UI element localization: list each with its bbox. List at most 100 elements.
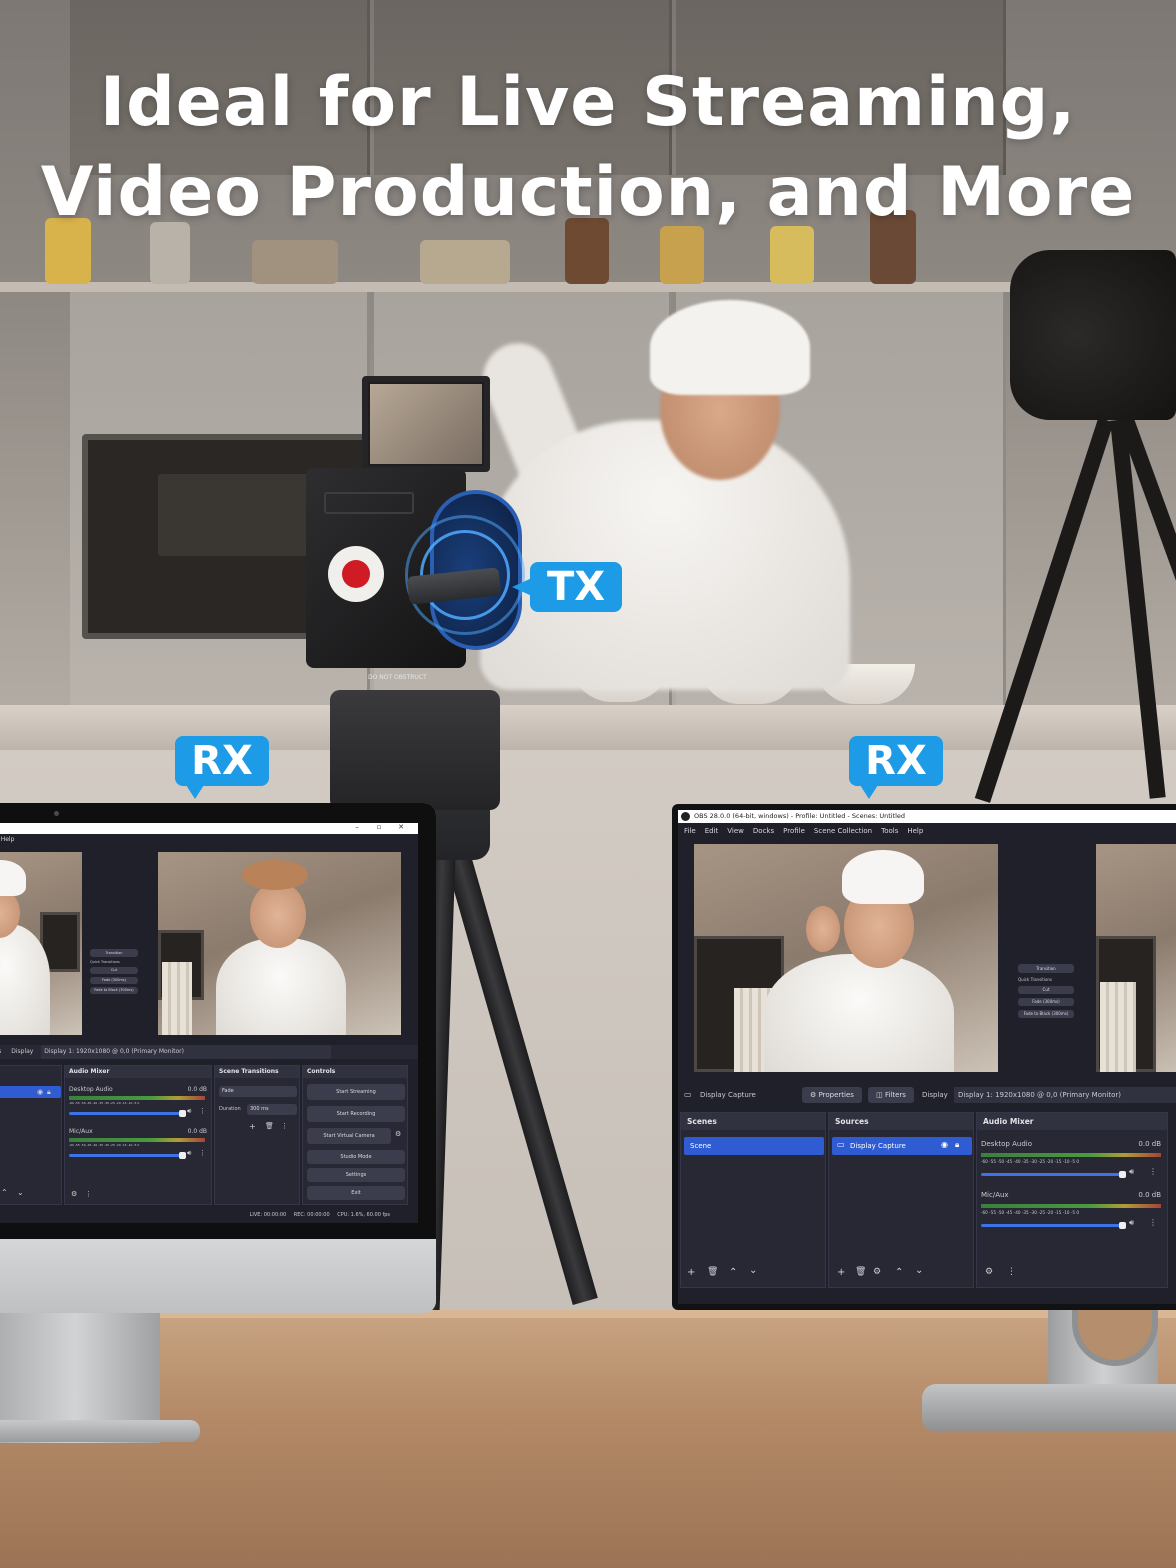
audio-mixer-panel: Audio Mixer Desktop Audio 0.0 dB -60 -55… [976, 1112, 1168, 1288]
more-options-icon[interactable]: ⋮ [1149, 1167, 1157, 1176]
scenes-panel: re ◉ 🔒︎ ⌃ ⌄ [0, 1065, 62, 1205]
add-icon[interactable]: + [687, 1267, 695, 1278]
rx-badge-right-pointer [860, 785, 878, 799]
mini-transitions: Transition Quick Transitions Cut Fade (3… [90, 949, 138, 994]
camera-brand-plate [324, 492, 414, 514]
right-monitor: OBS 28.0.0 (64-bit, windows) - Profile: … [672, 804, 1176, 1310]
audio-mixer-header: Audio Mixer [65, 1066, 211, 1078]
menu-docks[interactable]: Docks [753, 823, 774, 839]
minimize-icon[interactable]: – [352, 823, 362, 831]
start-streaming-button[interactable]: Start Streaming [307, 1084, 405, 1100]
preview-program [0, 852, 82, 1035]
quick-transition-cut[interactable]: Cut [1018, 986, 1074, 994]
desktop-audio-volume-knob[interactable] [1119, 1171, 1126, 1178]
left-monitor-foot [0, 1420, 200, 1442]
menu-profile[interactable]: Profile [783, 823, 805, 839]
studio-mode-button[interactable]: Studio Mode [307, 1150, 405, 1164]
scene-item[interactable]: Scene [684, 1137, 824, 1155]
display-select[interactable]: Display 1: 1920x1080 @ 0,0 (Primary Moni… [41, 1045, 332, 1059]
transition-button[interactable]: Transition [90, 949, 138, 957]
add-icon[interactable]: + [837, 1267, 845, 1278]
move-up-icon[interactable]: ⌃ [1, 1188, 8, 1197]
move-up-icon[interactable]: ⌃ [729, 1267, 737, 1278]
quick-transition-fade[interactable]: Fade (300ms) [90, 977, 138, 984]
mic-aux-volume-knob[interactable] [179, 1152, 186, 1159]
lock-icon[interactable]: 🔒︎ [955, 1140, 959, 1150]
quick-transition-cut[interactable]: Cut [90, 967, 138, 974]
speaker-icon[interactable]: 🔊︎ [187, 1149, 191, 1158]
properties-button[interactable]: ⚙︎ Properties [802, 1087, 862, 1103]
gear-icon[interactable]: ⚙︎ [873, 1267, 881, 1277]
display-label: Display [11, 1048, 34, 1055]
display-select[interactable]: Display 1: 1920x1080 @ 0,0 (Primary Moni… [954, 1087, 1176, 1103]
scene-item[interactable]: re [0, 1086, 61, 1098]
gear-icon[interactable]: ⚙︎ [71, 1190, 77, 1198]
start-recording-button[interactable]: Start Recording [307, 1106, 405, 1122]
gear-icon[interactable]: ⚙︎ [985, 1267, 993, 1277]
exit-button[interactable]: Exit [307, 1186, 405, 1200]
more-options-icon[interactable]: ⋮ [1007, 1267, 1016, 1277]
quick-transition-fade-black[interactable]: Fade to Black (300ms) [1018, 1010, 1074, 1018]
move-down-icon[interactable]: ⌄ [915, 1265, 923, 1276]
speaker-icon[interactable]: 🔊︎ [1129, 1167, 1134, 1177]
properties-label: Properties [818, 1091, 854, 1099]
menu-file[interactable]: File [684, 823, 696, 839]
settings-button[interactable]: Settings [307, 1168, 405, 1182]
menu-edit[interactable]: Edit [705, 823, 719, 839]
quick-transition-fade-black[interactable]: Fade to Black (300ms) [90, 987, 138, 994]
source-item[interactable]: Display Capture [832, 1137, 972, 1155]
menu-view[interactable]: View [727, 823, 744, 839]
menu-help[interactable]: Help [907, 823, 923, 839]
menu-scene-collection[interactable]: Scene Collection [814, 823, 872, 839]
mic-aux-meter [69, 1138, 205, 1142]
background-camera [1010, 250, 1176, 420]
close-icon[interactable]: ✕ [396, 823, 406, 831]
eye-icon[interactable]: ◉ [941, 1140, 948, 1149]
gear-icon[interactable]: ⚙︎ [395, 1130, 401, 1138]
mic-aux-volume[interactable] [981, 1224, 1125, 1227]
duration-input[interactable]: 300 ms [247, 1104, 297, 1115]
speaker-icon[interactable]: 🔊︎ [1129, 1218, 1134, 1228]
menu-tools[interactable]: Tools [881, 823, 898, 839]
mic-aux-volume-knob[interactable] [1119, 1222, 1126, 1229]
start-virtual-camera-button[interactable]: Start Virtual Camera [307, 1128, 391, 1144]
more-options-icon[interactable]: ⋮ [85, 1190, 92, 1198]
camera-cage-plate [330, 690, 500, 810]
desktop-audio-volume[interactable] [69, 1112, 183, 1115]
more-options-icon[interactable]: ⋮ [281, 1122, 288, 1130]
eye-icon[interactable]: ◉ [37, 1088, 43, 1096]
trash-icon[interactable]: 🗑︎ [265, 1122, 274, 1130]
quick-transition-fade[interactable]: Fade (300ms) [1018, 998, 1074, 1006]
more-options-icon[interactable]: ⋮ [1149, 1218, 1157, 1227]
tx-badge-pointer [512, 578, 532, 596]
more-options-icon[interactable]: ⋮ [199, 1107, 206, 1115]
controls-header: Controls [303, 1066, 407, 1078]
filters-button[interactable]: ◫ Filters [868, 1087, 914, 1103]
desktop-audio-volume-knob[interactable] [179, 1110, 186, 1117]
planter-box [420, 240, 510, 284]
move-up-icon[interactable]: ⌃ [895, 1267, 903, 1278]
transition-button[interactable]: Transition [1018, 964, 1074, 973]
trash-icon[interactable]: 🗑︎ [707, 1267, 718, 1277]
quick-transitions: Transition Quick Transitions Cut Fade (3… [1018, 964, 1074, 1018]
speaker-icon[interactable]: 🔊︎ [187, 1107, 191, 1116]
gear-icon: ⚙︎ [810, 1091, 817, 1099]
duration-label: Duration [219, 1106, 241, 1112]
display-label: Display [922, 1091, 948, 1099]
menu-item-help[interactable]: ls Help [0, 834, 14, 846]
move-down-icon[interactable]: ⌄ [749, 1265, 757, 1276]
more-options-icon[interactable]: ⋮ [199, 1149, 206, 1157]
preview-program [694, 844, 998, 1072]
desktop-audio-db: 0.0 dB [187, 1086, 207, 1093]
headline-line-2: Video Production, and More [40, 153, 1136, 232]
trash-icon[interactable]: 🗑︎ [855, 1267, 866, 1277]
transition-select[interactable]: Fade [219, 1086, 297, 1097]
desktop-audio-volume[interactable] [981, 1173, 1125, 1176]
maximize-icon[interactable]: ▫ [374, 823, 384, 831]
record-button-icon [328, 546, 384, 602]
mic-aux-volume[interactable] [69, 1154, 183, 1157]
add-icon[interactable]: + [249, 1122, 256, 1131]
move-down-icon[interactable]: ⌄ [17, 1188, 24, 1197]
right-monitor-foot [922, 1384, 1176, 1432]
lock-icon[interactable]: 🔒︎ [47, 1088, 51, 1097]
